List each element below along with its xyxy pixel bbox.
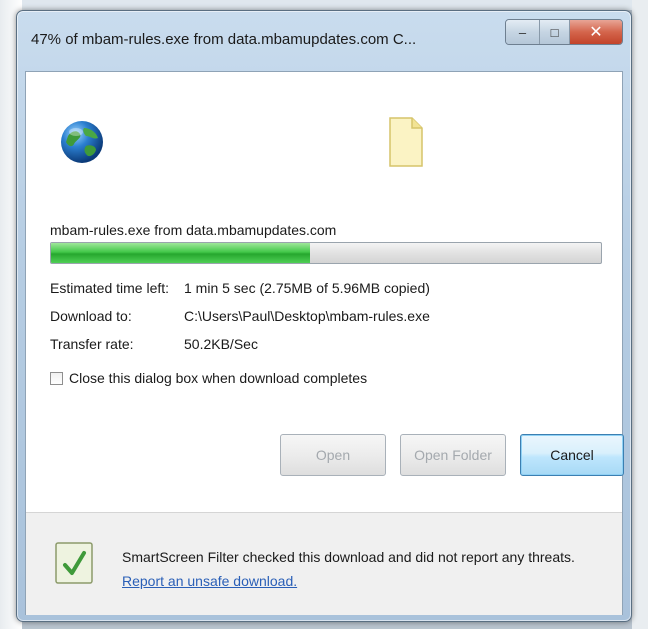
caption-buttons: – □ ✕ [505,19,623,45]
download-details: Estimated time left: 1 min 5 sec (2.75MB… [50,274,430,358]
download-progress-fill [51,243,310,263]
title-bar[interactable]: 47% of mbam-rules.exe from data.mbamupda… [17,11,631,71]
close-icon: ✕ [589,24,603,41]
cancel-button[interactable]: Cancel [520,434,624,476]
close-when-done-label: Close this dialog box when download comp… [69,370,368,386]
transfer-rate-value: 50.2KB/Sec [184,336,258,352]
globe-icon [61,121,103,163]
close-when-done-option[interactable]: Close this dialog box when download comp… [50,370,367,386]
window-title: 47% of mbam-rules.exe from data.mbamupda… [31,31,417,48]
smartscreen-footer: SmartScreen Filter checked this download… [26,512,622,615]
dialog-body: mbam-rules.exe from data.mbamupdates.com… [25,71,624,615]
estimated-time-row: Estimated time left: 1 min 5 sec (2.75MB… [50,274,430,302]
estimated-time-value: 1 min 5 sec (2.75MB of 5.96MB copied) [184,280,430,296]
file-source-label: mbam-rules.exe from data.mbamupdates.com [50,222,337,238]
report-unsafe-download-link[interactable]: Report an unsafe download. [122,573,297,589]
maximize-button[interactable]: □ [540,20,570,44]
transfer-rate-label: Transfer rate: [50,336,134,352]
estimated-time-label: Estimated time left: [50,280,170,296]
smartscreen-message: SmartScreen Filter checked this download… [122,545,582,593]
close-when-done-checkbox[interactable] [50,371,63,385]
smartscreen-text: SmartScreen Filter checked this download… [122,549,575,565]
background-window-right [632,0,648,629]
download-dialog: 47% of mbam-rules.exe from data.mbamupda… [16,10,632,622]
smartscreen-shield-icon [55,542,93,584]
minimize-icon: – [518,24,527,40]
download-to-label: Download to: [50,308,132,324]
open-button[interactable]: Open [280,434,386,476]
minimize-button[interactable]: – [506,20,540,44]
maximize-icon: □ [550,24,559,40]
open-folder-button[interactable]: Open Folder [400,434,506,476]
download-to-value: C:\Users\Paul\Desktop\mbam-rules.exe [184,308,430,324]
file-icon [389,117,423,167]
download-progress-bar [50,242,602,264]
close-button[interactable]: ✕ [570,20,622,44]
download-to-row: Download to: C:\Users\Paul\Desktop\mbam-… [50,302,430,330]
transfer-rate-row: Transfer rate: 50.2KB/Sec [50,330,430,358]
background-window-top [0,0,648,10]
